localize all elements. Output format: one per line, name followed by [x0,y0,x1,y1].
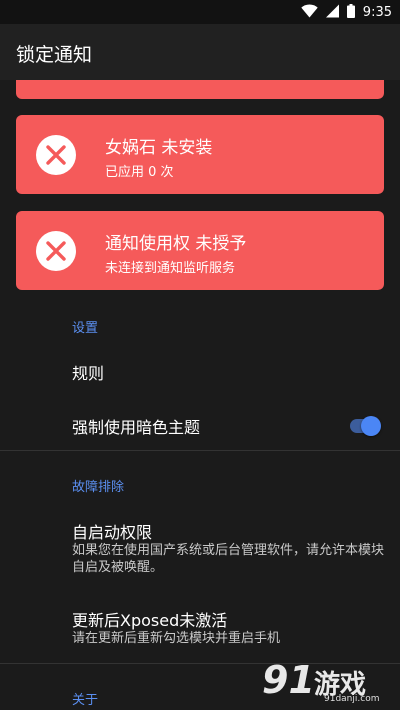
watermark-number: 91 [262,658,315,702]
app-title: 锁定通知 [16,44,93,66]
divider [0,450,400,451]
app-bar: 锁定通知 [0,24,400,80]
status-time: 9:35 [362,5,392,20]
status-card-notification-access[interactable]: 通知使用权 未授予 未连接到通知监听服务 [16,211,384,290]
section-header-settings: 设置 [72,321,99,336]
dark-theme-toggle[interactable] [350,416,382,436]
screen: 9:35 锁定通知 女娲石 未安装 已应用 0 次 通知使用权 未授予 未连接到… [0,0,400,710]
section-header-troubleshooting: 故障排除 [72,480,125,495]
status-bar: 9:35 [0,0,400,24]
cellular-signal-icon [325,3,339,22]
status-icons: 9:35 [301,3,392,22]
status-card-nvwashi[interactable]: 女娲石 未安装 已应用 0 次 [16,115,384,194]
wifi-icon [301,3,318,22]
card-title: 女娲石 未安装 [105,138,213,158]
pref-xposed-title: 更新后Xposed未激活 [72,611,228,630]
toggle-thumb [361,416,381,436]
card-subtitle: 未连接到通知监听服务 [105,261,236,276]
pref-rules[interactable]: 规则 [72,360,104,384]
section-header-about: 关于 [72,693,99,708]
card-subtitle: 已应用 0 次 [105,165,174,180]
watermark-domain: 91danji.com [324,694,380,704]
battery-icon [346,3,355,22]
pref-xposed-description: 请在更新后重新勾选模块并重启手机 [72,631,281,646]
error-icon [36,231,76,271]
pref-autostart-title: 自启动权限 [72,523,153,542]
card-title: 通知使用权 未授予 [105,234,247,254]
pref-autostart-description: 如果您在使用国产系统或后台管理软件，请允许本模块自启及被唤醒。 [72,543,385,575]
watermark-logo: 91 游戏 91danji.com [262,658,394,706]
pref-force-dark-theme[interactable]: 强制使用暗色主题 [72,414,200,438]
error-icon [36,135,76,175]
